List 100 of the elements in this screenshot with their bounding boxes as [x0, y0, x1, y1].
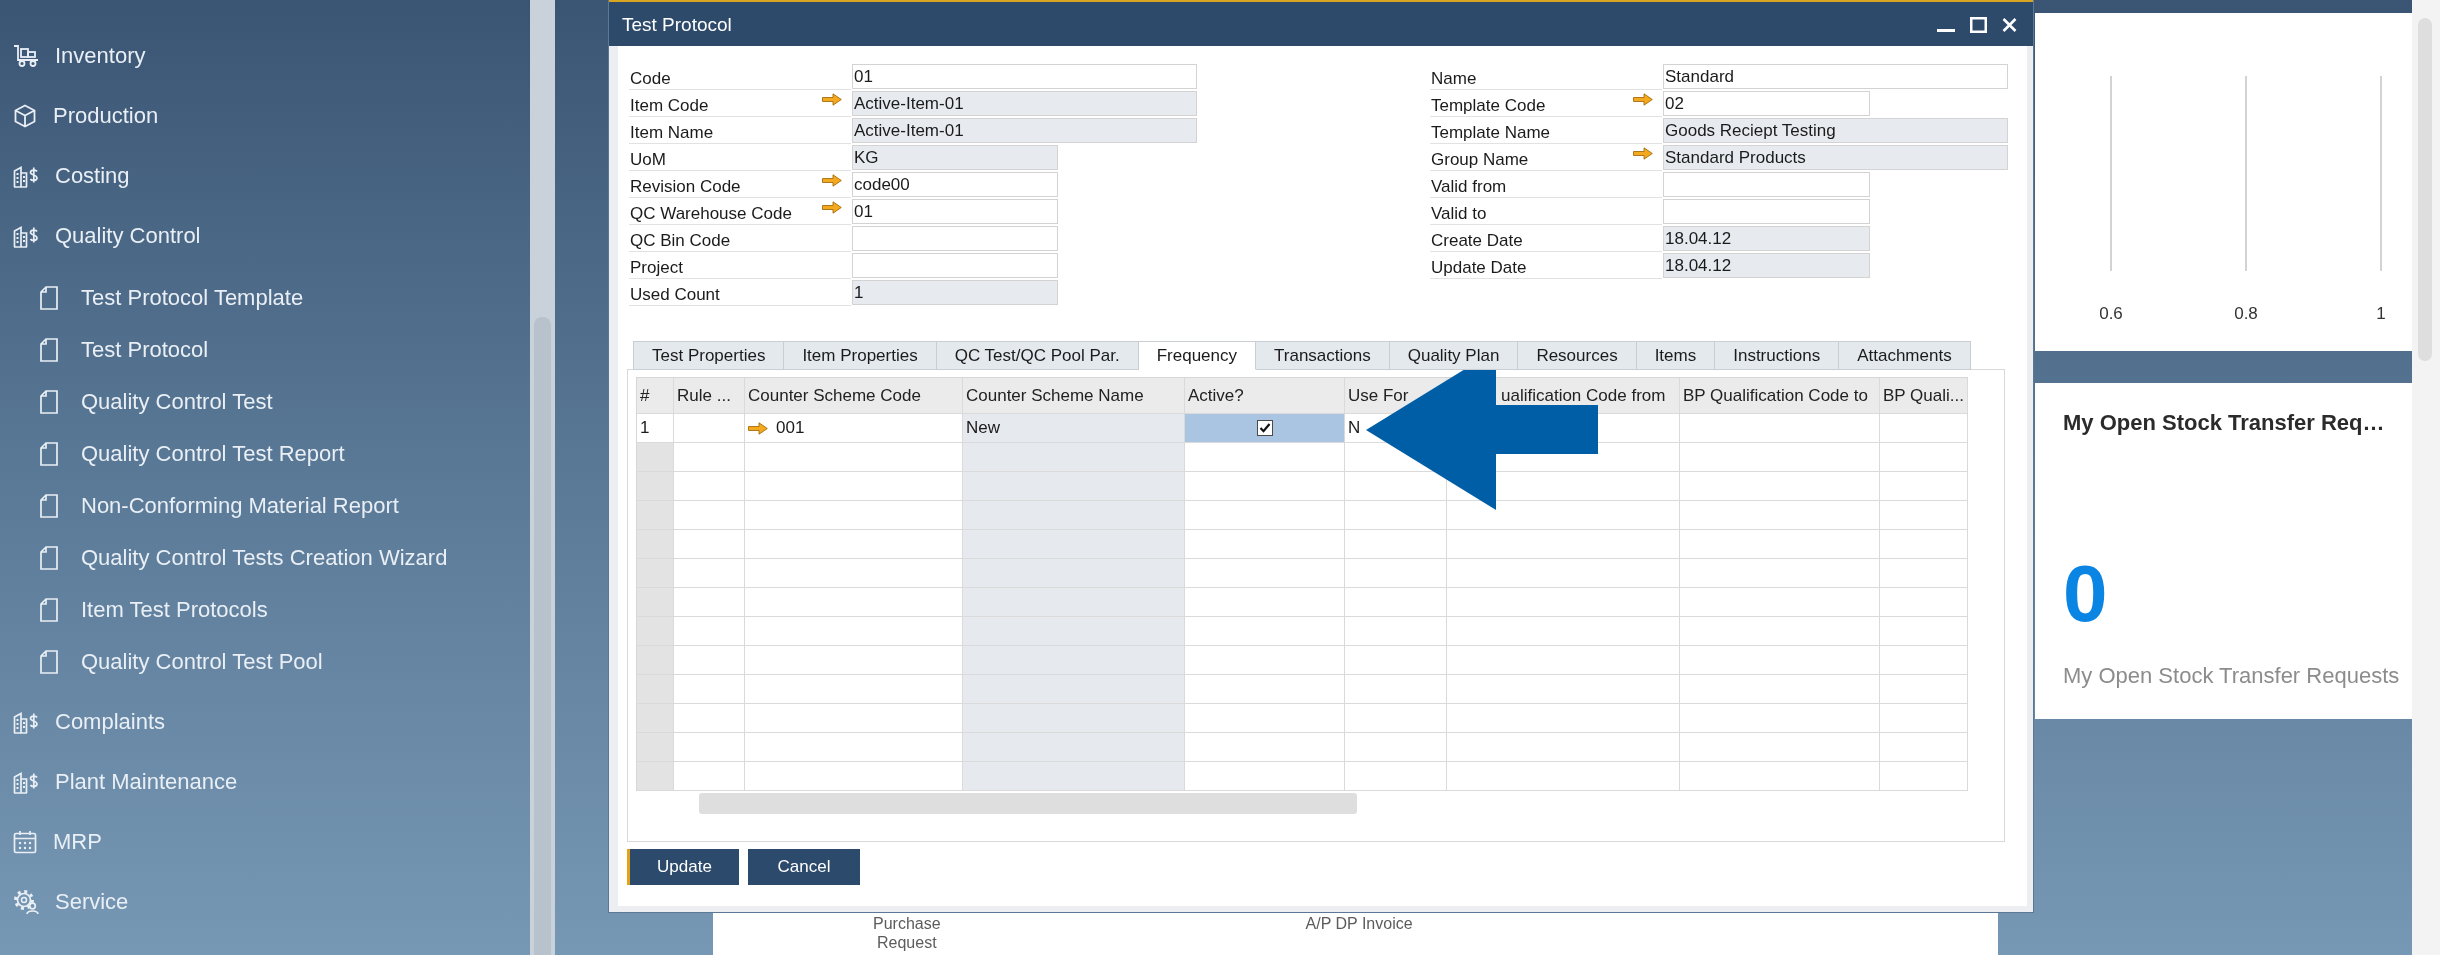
count-value: 0 [2063, 554, 2108, 634]
input-field[interactable]: Goods Reciept Testing [1663, 118, 2008, 143]
card-caption: My Open Stock Transfer Requests [2063, 663, 2400, 689]
input-field[interactable]: 18.04.12 [1663, 253, 1870, 278]
column-header: # [637, 378, 674, 414]
checkbox[interactable] [1256, 420, 1273, 436]
field-label: Template Name [1430, 123, 1551, 143]
document-icon [40, 390, 58, 414]
building-dollar-icon [13, 164, 39, 188]
vertical-scrollbar[interactable] [2412, 0, 2440, 955]
cube-icon [13, 104, 37, 128]
nav-item[interactable]: Quality Control [13, 222, 201, 250]
minimize-icon[interactable] [1937, 29, 1955, 32]
column-header: BP Quali... [1880, 378, 1968, 414]
calendar-icon [13, 830, 37, 854]
input-field[interactable]: code00 [852, 172, 1058, 197]
link-arrow-icon[interactable] [748, 421, 768, 435]
column-header: Active? [1185, 378, 1345, 414]
field-label: Valid from [1430, 177, 1507, 197]
input-field[interactable]: Active-Item-01 [852, 118, 1197, 143]
field-label: Create Date [1430, 231, 1523, 251]
tab[interactable]: Quality Plan [1389, 341, 1519, 370]
window-title: Test Protocol [622, 14, 732, 36]
maximize-icon[interactable] [1970, 17, 1987, 33]
tile-label[interactable]: A/P DP Invoice [1305, 914, 1413, 933]
input-field[interactable] [1663, 199, 1870, 224]
field-label: Update Date [1430, 258, 1527, 278]
input-field[interactable]: Active-Item-01 [852, 91, 1197, 116]
nav-item[interactable]: Inventory [13, 42, 146, 70]
field-label: QC Bin Code [629, 231, 731, 251]
nav-item[interactable]: Test Protocol Template [40, 284, 304, 312]
nav-item[interactable]: Quality Control Tests Creation Wizard [40, 544, 448, 572]
link-arrow-icon[interactable] [822, 174, 842, 187]
table-cell: New [963, 414, 1185, 443]
nav-item[interactable]: Quality Control Test Report [40, 440, 345, 468]
tab[interactable]: Item Properties [784, 341, 937, 370]
input-field[interactable]: 1 [852, 280, 1058, 305]
link-arrow-icon[interactable] [822, 201, 842, 214]
input-field[interactable]: 01 [852, 64, 1197, 89]
document-icon [40, 442, 58, 466]
input-field[interactable]: 18.04.12 [1663, 226, 1870, 251]
horizontal-scrollbar[interactable] [699, 793, 1357, 814]
gear-person-icon [13, 889, 39, 915]
nav-item[interactable]: Test Protocol [40, 336, 209, 364]
tab[interactable]: Attachments [1839, 341, 1971, 370]
field-label: Used Count [629, 285, 720, 305]
field-label: QC Warehouse Code [629, 204, 792, 224]
document-icon [40, 598, 58, 622]
tick-label: 1 [2376, 304, 2386, 323]
field-label: UoM [629, 150, 666, 170]
document-icon [40, 546, 58, 570]
tab[interactable]: Frequency [1138, 341, 1256, 370]
tab[interactable]: Resources [1518, 341, 1637, 370]
field-label: Item Code [629, 96, 709, 116]
document-icon [40, 494, 58, 518]
field-label: Group Name [1430, 150, 1529, 170]
tab[interactable]: Transactions [1256, 341, 1390, 370]
tab[interactable]: Instructions [1715, 341, 1840, 370]
field-label: Valid to [1430, 204, 1487, 224]
nav-item[interactable]: Production [13, 102, 159, 130]
field-label: Item Name [629, 123, 714, 143]
link-arrow-icon[interactable] [1633, 147, 1653, 160]
input-field[interactable]: Standard Products [1663, 145, 2008, 170]
field-label: Code [629, 69, 671, 89]
column-header: BP Qualification Code to [1680, 378, 1880, 414]
tab[interactable]: QC Test/QC Pool Par. [936, 341, 1139, 370]
column-header: Counter Scheme Code [745, 378, 963, 414]
document-icon [40, 338, 58, 362]
input-field[interactable] [1663, 172, 1870, 197]
close-icon[interactable] [2002, 18, 2017, 32]
building-dollar-icon [13, 710, 39, 734]
cell-text: 001 [776, 418, 805, 438]
link-arrow-icon[interactable] [822, 93, 842, 106]
tab[interactable]: Items [1636, 341, 1716, 370]
tile-label[interactable]: Purchase Request [873, 914, 941, 952]
nav-item[interactable]: Quality Control Test [40, 388, 273, 416]
cart-icon [13, 45, 39, 67]
column-header: Counter Scheme Name [963, 378, 1185, 414]
input-field[interactable]: Standard [1663, 64, 2008, 89]
tick-label: 0.6 [2099, 304, 2123, 323]
tab[interactable]: Test Properties [633, 341, 785, 370]
card-title: My Open Stock Transfer Req… [2063, 410, 2385, 436]
tick-label: 0.8 [2234, 304, 2258, 323]
link-arrow-icon[interactable] [1633, 93, 1653, 106]
input-field[interactable] [852, 226, 1058, 251]
dialog-button[interactable]: Cancel [748, 849, 860, 885]
building-dollar-icon [13, 224, 39, 248]
field-label: Name [1430, 69, 1477, 89]
input-field[interactable] [852, 253, 1058, 278]
column-header: Rule ... [674, 378, 745, 414]
document-icon [40, 286, 58, 310]
input-field[interactable]: 01 [852, 199, 1058, 224]
field-label: Template Code [1430, 96, 1546, 116]
dialog-button[interactable]: Update [627, 849, 739, 885]
nav-item[interactable]: Costing [13, 162, 130, 190]
input-field[interactable]: KG [852, 145, 1058, 170]
document-icon [40, 650, 58, 674]
vertical-scrollbar[interactable] [530, 0, 555, 955]
input-field[interactable]: 02 [1663, 91, 1870, 116]
nav-item[interactable]: Non-Conforming Material Report [40, 492, 399, 520]
